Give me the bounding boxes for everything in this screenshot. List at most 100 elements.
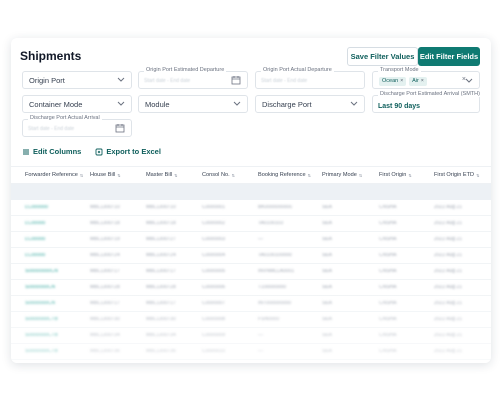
forwarder-reference-link[interactable]: S00000000CN <box>25 269 58 274</box>
column-header[interactable]: First Origin ETD ⇅ <box>434 172 479 178</box>
sort-icon[interactable]: ⇅ <box>308 173 311 178</box>
table-cell: CNSHA <box>379 349 397 354</box>
table-cell: MBL1300724 <box>146 253 176 258</box>
table-cell: MBL1300717 <box>146 301 176 306</box>
table-row[interactable]: LC000000 MBL1300710 MBL1300710 C0000001 BK00… <box>11 200 491 216</box>
table-row[interactable]: S0000000CTB MBL1300730 MBL1300730 C0000008 F… <box>11 312 491 328</box>
columns-icon <box>23 149 29 154</box>
column-header[interactable]: Forwarder Reference ⇅ <box>25 172 83 178</box>
table-cell: BK0000000000 <box>258 205 293 210</box>
table-cell: CNSHA <box>379 205 397 210</box>
table-cell: MBL1300718 <box>90 221 120 226</box>
forwarder-reference-link[interactable]: S0000000CTB <box>25 317 58 322</box>
forwarder-reference-link[interactable]: S0000000CN <box>25 285 55 290</box>
sort-icon[interactable]: ⇅ <box>408 173 411 178</box>
table-row[interactable]: LC00000 MBL1300718 MBL1300718 C0000002 TA010… <box>11 216 491 232</box>
discharge-eta-select[interactable]: Discharge Port Estimated Arrival (SMTH) … <box>372 91 482 113</box>
remove-chip-icon[interactable]: × <box>400 77 403 86</box>
table-cell: C0000009 <box>202 333 226 338</box>
table-cell: CNSHA <box>379 221 397 226</box>
table-cell: MBL1300734 <box>146 333 176 338</box>
column-header[interactable]: Primary Mode ⇅ <box>322 172 362 178</box>
sort-icon[interactable]: ⇅ <box>359 173 362 178</box>
transport-mode-select[interactable]: Transport Mode Ocean × Air × × <box>372 67 480 89</box>
table-cell: T100000000 <box>258 285 287 290</box>
table-cell: SEA <box>322 237 333 242</box>
table-cell: 2022 Aug 21 <box>434 253 463 258</box>
origin-atd-date-range[interactable]: Origin Port Actual Departure Start date … <box>255 67 365 89</box>
table-cell: MBL1300736 <box>146 349 176 354</box>
table-cell: MBL1300724 <box>90 253 120 258</box>
table-cell: MBL1300719 <box>90 237 120 242</box>
forwarder-reference-link[interactable]: LC000000 <box>25 205 48 210</box>
container-mode-label: Container Mode <box>29 100 83 109</box>
table-row[interactable]: LC00000 MBL1300719 MBL1300727 C0000003 — SEA C… <box>11 232 491 248</box>
forwarder-reference-link[interactable]: LC00000 <box>25 237 45 242</box>
origin-port-select[interactable]: Origin Port <box>22 71 132 89</box>
table-cell: MBL1300730 <box>90 317 120 322</box>
table-cell: SEA <box>322 285 333 290</box>
forwarder-reference-link[interactable]: S0000000CTB <box>25 333 58 338</box>
column-header[interactable]: First Origin ⇅ <box>379 172 412 178</box>
sort-icon[interactable]: ⇅ <box>174 173 177 178</box>
edit-columns-button[interactable]: Edit Columns <box>22 147 81 156</box>
table-cell: C0000001 <box>202 205 226 210</box>
table-cell: MBL1300728 <box>90 285 120 290</box>
table-row[interactable]: S00000000CN MBL1300717 MBL1300717 C0000005 I… <box>11 264 491 280</box>
export-excel-button[interactable]: Export to Excel <box>95 147 161 156</box>
chevron-down-icon <box>233 101 241 106</box>
forwarder-reference-link[interactable]: S0000000CN <box>25 301 55 306</box>
chevron-down-icon <box>465 78 473 83</box>
table-cell: MBL1300727 <box>146 237 176 242</box>
column-header[interactable]: Consol No. ⇅ <box>202 172 235 178</box>
table-actions: Edit Columns Export to Excel <box>22 147 161 156</box>
origin-etd-date-range[interactable]: Origin Port Estimated Departure Start da… <box>138 67 248 89</box>
table-cell: C0000003 <box>202 237 226 242</box>
container-mode-select[interactable]: Container Mode <box>22 95 132 113</box>
sort-icon[interactable]: ⇅ <box>117 173 120 178</box>
table-cell: CNSHA <box>379 285 397 290</box>
excel-icon <box>95 148 103 155</box>
discharge-ata-placeholder: Start date - End date <box>28 126 75 132</box>
save-filter-values-button[interactable]: Save Filter Values <box>347 47 418 66</box>
forwarder-reference-link[interactable]: LC00000 <box>25 221 45 226</box>
forwarder-reference-link[interactable]: LC00000 <box>25 253 45 258</box>
table-cell: C0000002 <box>202 221 226 226</box>
discharge-ata-date-range[interactable]: Discharge Port Actual Arrival Start date… <box>22 115 132 137</box>
table-cell: C0000004 <box>202 253 226 258</box>
table-cell: MBL1300734 <box>90 333 120 338</box>
table-cell: MBL1300710 <box>146 205 176 210</box>
sort-icon[interactable]: ⇅ <box>232 173 235 178</box>
chip-ocean[interactable]: Ocean × <box>379 77 407 86</box>
column-header[interactable]: House Bill ⇅ <box>90 172 121 178</box>
column-filter-row[interactable] <box>11 184 491 200</box>
chip-air[interactable]: Air × <box>409 77 427 86</box>
table-row[interactable]: S0000000CN MBL1300717 MBL1300717 C0000007 IN… <box>11 296 491 312</box>
table-row[interactable]: S0000000CN MBL1300728 MBL1300728 C0000006 T1… <box>11 280 491 296</box>
module-select[interactable]: Module <box>138 95 248 113</box>
column-header[interactable]: Booking Reference ⇅ <box>258 172 311 178</box>
table-cell: SEA <box>322 221 333 226</box>
table-cell: MBL1300736 <box>90 349 120 354</box>
discharge-port-label: Discharge Port <box>262 100 312 109</box>
forwarder-reference-link[interactable]: S0000000CTB <box>25 349 58 354</box>
discharge-port-select[interactable]: Discharge Port <box>255 95 365 113</box>
table-cell: MBL1300717 <box>146 269 176 274</box>
edit-filter-fields-button[interactable]: Edit Filter Fields <box>418 47 480 66</box>
table-cell: — <box>258 333 263 338</box>
table-cell: INVNMLLA0001 <box>258 269 295 274</box>
table-row[interactable]: LC00000 MBL1300724 MBL1300724 C0000004 TA010… <box>11 248 491 264</box>
remove-chip-icon[interactable]: × <box>421 77 424 86</box>
sort-icon[interactable]: ⇅ <box>476 173 479 178</box>
table-row[interactable]: S0000000CTB MBL1300734 MBL1300734 C0000009 —… <box>11 328 491 344</box>
column-header[interactable]: Master Bill ⇅ <box>146 172 177 178</box>
table-cell: SEA <box>322 317 333 322</box>
discharge-eta-label: Discharge Port Estimated Arrival (SMTH) <box>378 91 482 97</box>
table-header: Forwarder Reference ⇅ House Bill ⇅ Master … <box>11 166 491 184</box>
calendar-icon[interactable] <box>231 75 241 85</box>
table-cell: CNSHA <box>379 269 397 274</box>
table-row[interactable]: S0000000CTB MBL1300736 MBL1300736 C0000010 —… <box>11 344 491 360</box>
sort-icon[interactable]: ⇅ <box>80 173 83 178</box>
table-cell: SEA <box>322 253 333 258</box>
calendar-icon[interactable] <box>115 123 125 133</box>
